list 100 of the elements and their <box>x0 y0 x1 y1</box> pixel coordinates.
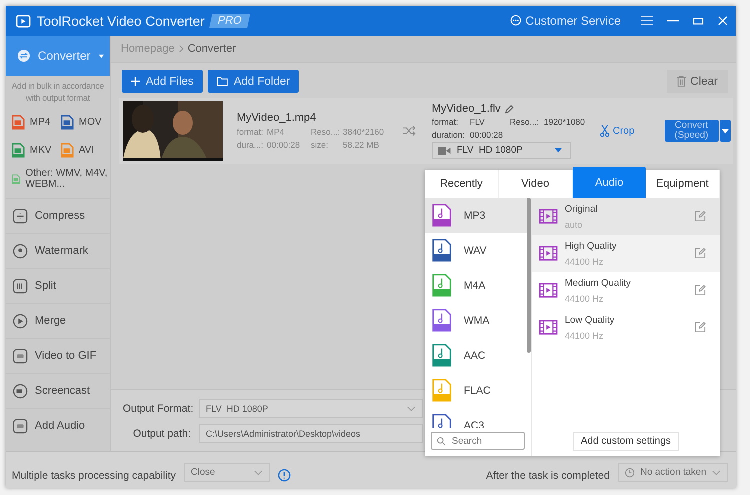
audio-file-icon <box>432 239 452 262</box>
convert-button[interactable]: Convert (Speed) <box>664 120 719 142</box>
add-folder-button[interactable]: Add Folder <box>208 70 300 93</box>
audio-file-icon <box>432 309 452 332</box>
meta-label: dura...: <box>237 140 264 150</box>
audio-file-icon <box>432 274 452 297</box>
shuffle-icon <box>403 126 416 136</box>
edit-icon[interactable] <box>695 285 706 296</box>
crop-link[interactable]: Crop <box>600 125 635 137</box>
window-title: ToolRocket Video Converter <box>37 14 205 28</box>
multitask-select[interactable]: Close <box>184 463 270 482</box>
preset-detail: auto <box>565 220 584 230</box>
format-shortcut[interactable]: MP4 <box>12 108 61 136</box>
preset-detail: 44100 Hz <box>565 330 605 340</box>
caret-icon <box>555 148 562 153</box>
format-tab[interactable]: Audio <box>573 167 646 198</box>
plus-icon <box>131 77 140 86</box>
audio-format-item[interactable]: FLAC <box>425 373 531 408</box>
after-task-select[interactable]: No action taken <box>618 463 728 482</box>
tool-icon <box>13 348 28 364</box>
chevron-icon <box>178 45 184 53</box>
info-icon[interactable] <box>278 469 291 482</box>
customer-service-link[interactable]: Customer Service <box>510 14 621 28</box>
meta-value: 58.22 MB <box>343 140 380 150</box>
edit-icon[interactable] <box>695 211 706 222</box>
preset-item[interactable]: Medium Quality 44100 Hz <box>532 272 720 309</box>
audio-format-item[interactable]: AAC <box>425 338 531 373</box>
folder-icon <box>216 77 228 86</box>
output-format-select[interactable]: FLV HD 1080P <box>199 399 423 418</box>
clear-button[interactable]: Clear <box>666 70 728 93</box>
sidebar-item[interactable]: Screencast <box>6 373 110 408</box>
breadcrumb-current: Converter <box>188 43 236 55</box>
meta-label: Reso...: <box>510 117 540 127</box>
preset-item[interactable]: High Quality 44100 Hz <box>532 235 720 272</box>
meta-label: duration: <box>432 130 466 140</box>
sidebar-item[interactable]: Merge <box>6 303 110 338</box>
pencil-icon[interactable] <box>504 104 514 114</box>
preset-detail: 44100 Hz <box>565 294 605 304</box>
tool-icon <box>13 208 28 224</box>
preset-item[interactable]: Low Quality 44100 Hz <box>532 309 720 346</box>
preset-name: Original <box>565 204 599 214</box>
preset-name: High Quality <box>565 240 618 252</box>
meta-value: MP4 <box>267 127 286 137</box>
add-files-button[interactable]: Add Files <box>122 70 203 93</box>
tool-icon <box>13 244 28 258</box>
maximize-icon[interactable] <box>693 16 704 26</box>
multitask-label: Multiple tasks processing capability <box>12 470 176 482</box>
tool-icon <box>13 418 28 434</box>
add-custom-settings-button[interactable]: Add custom settings <box>572 432 680 451</box>
output-format-label: Output Format: <box>123 402 191 414</box>
chevron-down-icon <box>254 470 263 476</box>
convert-options-button[interactable] <box>720 120 731 142</box>
format-shortcut[interactable]: MOV <box>61 108 110 136</box>
edit-icon[interactable] <box>695 248 706 259</box>
film-icon <box>539 283 558 298</box>
meta-value: FLV <box>470 117 486 127</box>
clock-icon <box>625 468 635 478</box>
search-icon <box>437 436 446 446</box>
film-icon <box>539 209 558 224</box>
tool-icon <box>13 384 28 398</box>
preset-item[interactable]: Original auto <box>532 198 720 235</box>
caret-icon <box>722 128 729 134</box>
audio-format-item[interactable]: M4A <box>425 268 531 303</box>
sidebar-item[interactable]: Watermark <box>6 233 110 268</box>
audio-format-item[interactable]: WAV <box>425 233 531 268</box>
audio-format-item[interactable]: MP3 <box>425 198 531 233</box>
sidebar-item[interactable]: Add Audio <box>6 408 110 443</box>
sidebar-item[interactable]: Split <box>6 268 110 303</box>
chat-icon <box>510 15 522 27</box>
audio-file-icon <box>432 344 452 367</box>
meta-value: 3840*2160 <box>343 127 386 137</box>
meta-label: Reso...: <box>311 127 342 137</box>
preset-detail: 44100 Hz <box>565 256 605 266</box>
camera-icon <box>438 146 451 154</box>
after-task-label: After the task is completed <box>486 470 610 482</box>
output-path-label: Output path: <box>132 428 191 440</box>
caret-icon <box>98 54 104 58</box>
search-field[interactable]: Search <box>431 432 525 450</box>
preset-name: Low Quality <box>565 314 616 326</box>
scissors-icon <box>600 125 610 137</box>
bulk-hint: Add in bulk in accordance with output format <box>10 80 106 105</box>
sidebar-item[interactable]: Compress <box>6 198 110 233</box>
target-file-name: MyVideo_1.flv <box>432 103 501 115</box>
menu-icon[interactable] <box>641 16 653 26</box>
meta-value: 00:00:28 <box>470 130 504 140</box>
format-shortcut[interactable]: AVI <box>61 136 110 164</box>
edit-icon[interactable] <box>695 322 706 333</box>
film-icon <box>539 246 558 261</box>
sidebar-item[interactable]: Video to GIF <box>6 338 110 373</box>
output-path-field[interactable]: C:\Users\Administrator\Desktop\videos <box>199 424 423 443</box>
trash-icon <box>676 76 686 87</box>
format-shortcut[interactable]: MKV <box>12 136 61 164</box>
audio-format-item[interactable]: WMA <box>425 303 531 338</box>
format-select[interactable]: FLV HD 1080P <box>432 142 571 159</box>
close-icon[interactable] <box>718 16 728 26</box>
format-shortcut[interactable]: Other: WMV, M4V, WEBM... <box>12 164 108 194</box>
meta-value: 00:00:28 <box>267 140 302 150</box>
meta-value: 1920*1080 <box>544 117 586 127</box>
tool-icon <box>13 314 28 328</box>
app-logo-icon <box>16 14 31 28</box>
